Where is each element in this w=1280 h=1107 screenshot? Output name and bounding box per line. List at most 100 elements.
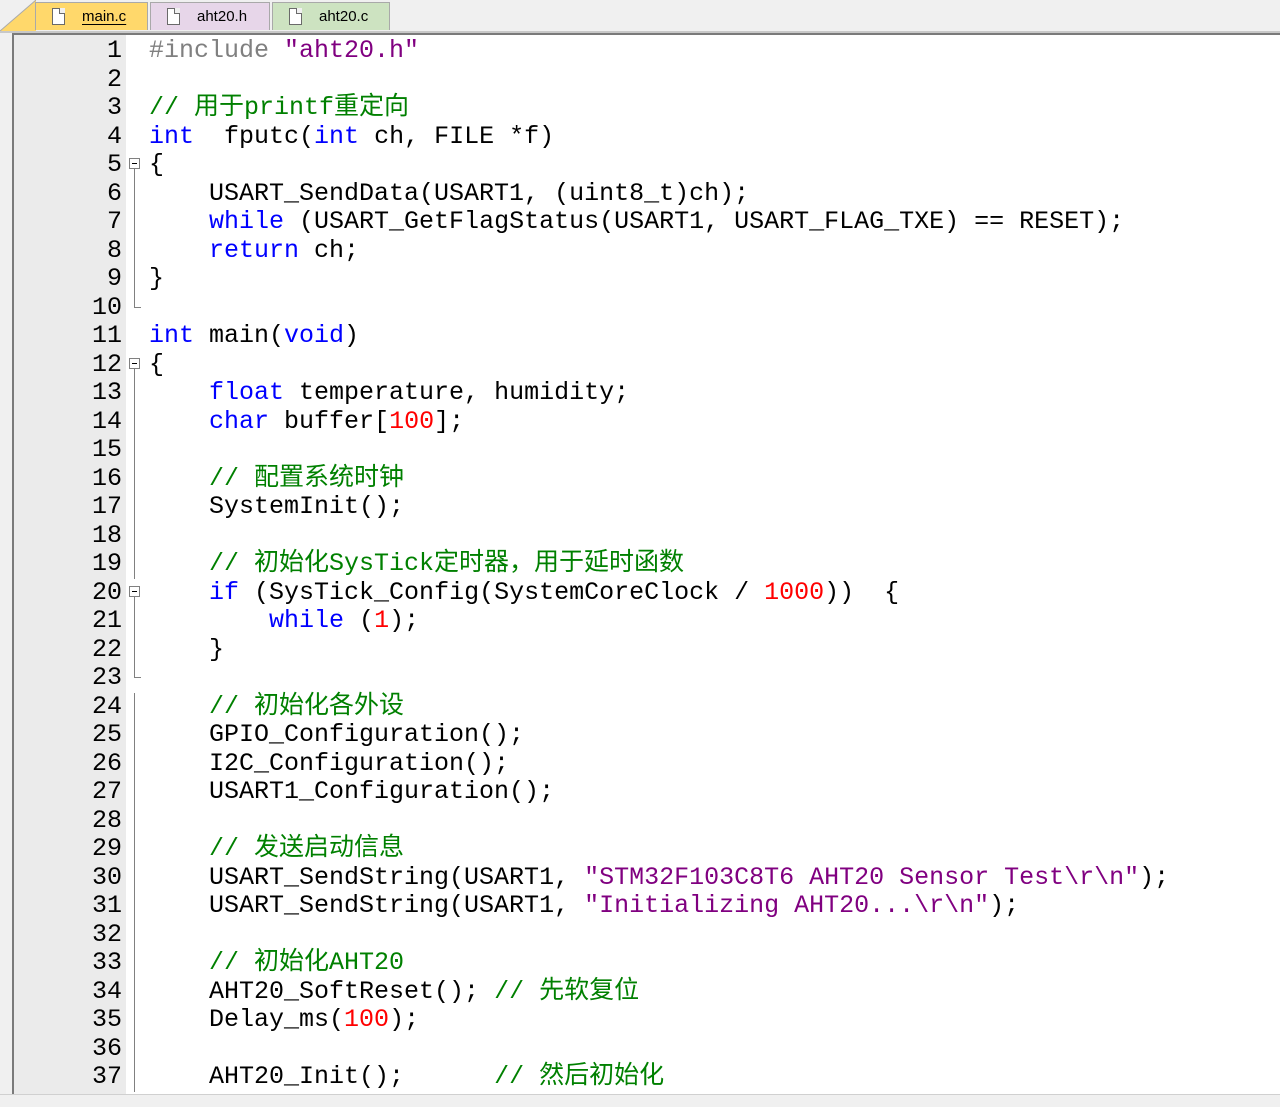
code-text[interactable]: GPIO_Configuration();: [149, 720, 524, 750]
keyword-token: while: [269, 606, 345, 635]
code-text[interactable]: SystemInit();: [149, 492, 404, 522]
code-line[interactable]: 8 return ch;: [14, 235, 1280, 266]
code-line[interactable]: 12 {: [14, 349, 1280, 380]
code-text[interactable]: // 发送启动信息: [149, 834, 404, 864]
code-text[interactable]: int fputc(int ch, FILE *f): [149, 122, 554, 152]
code-text[interactable]: {: [149, 350, 164, 380]
code-text[interactable]: return ch;: [149, 235, 360, 266]
code-text[interactable]: USART_SendData(USART1, (uint8_t)ch);: [149, 178, 750, 209]
code-text[interactable]: USART_SendString(USART1, "Initializing A…: [149, 891, 1020, 921]
code-line[interactable]: 13 float temperature, humidity;: [14, 378, 1280, 408]
tab-label: aht20.c: [319, 8, 369, 25]
code-text[interactable]: // 初始化各外设: [149, 692, 404, 722]
code-line[interactable]: 18: [14, 521, 1280, 550]
tab-main-c[interactable]: main.c: [35, 2, 148, 30]
code-token: AHT20_Init();: [149, 1062, 495, 1091]
code-token: main(: [194, 321, 285, 350]
comment-token: // 初始化AHT20: [209, 948, 405, 977]
code-line[interactable]: 21 while (1);: [14, 606, 1280, 636]
line-number: 35: [91, 1005, 122, 1034]
code-line[interactable]: 33 // 初始化AHT20: [14, 948, 1280, 978]
code-line[interactable]: 16 // 配置系统时钟: [14, 464, 1280, 494]
code-line[interactable]: 20 if (SysTick_Config(SystemCoreClock / …: [14, 578, 1280, 608]
code-line[interactable]: 14 char buffer[100];: [14, 407, 1280, 437]
code-line[interactable]: 28: [14, 806, 1280, 835]
code-line[interactable]: 34 AHT20_SoftReset(); // 先软复位: [14, 976, 1280, 1007]
code-line[interactable]: 3 // 用于printf重定向: [14, 93, 1280, 123]
fold-guide-line: [127, 493, 143, 522]
code-line[interactable]: 17 SystemInit();: [14, 492, 1280, 522]
code-text[interactable]: float temperature, humidity;: [149, 378, 629, 408]
code-text[interactable]: int main(void): [149, 321, 359, 351]
code-token: );: [389, 606, 420, 635]
line-number: 30: [91, 862, 122, 892]
code-text[interactable]: if (SysTick_Config(SystemCoreClock / 100…: [149, 578, 899, 608]
fold-margin-cell: [127, 66, 143, 95]
fold-collapse-icon[interactable]: [127, 579, 143, 607]
code-text[interactable]: char buffer[100];: [149, 407, 464, 437]
code-token: USART_SendData(USART1, (uint8_t)ch);: [149, 178, 750, 208]
code-text[interactable]: // 配置系统时钟: [149, 464, 404, 494]
code-line[interactable]: 25 GPIO_Configuration();: [14, 720, 1280, 750]
code-line[interactable]: 2: [14, 65, 1280, 95]
code-text[interactable]: #include "aht20.h": [149, 36, 419, 66]
code-line[interactable]: 7 while (USART_GetFlagStatus(USART1, USA…: [14, 207, 1280, 237]
fold-collapse-icon[interactable]: [127, 351, 143, 379]
code-token: AHT20_SoftReset();: [149, 976, 495, 1006]
code-line[interactable]: 32: [14, 920, 1280, 949]
code-line[interactable]: 15: [14, 435, 1280, 465]
code-line[interactable]: 31 USART_SendString(USART1, "Initializin…: [14, 891, 1280, 921]
code-line[interactable]: 26 I2C_Configuration();: [14, 748, 1280, 779]
code-line[interactable]: 35 Delay_ms(100);: [14, 1005, 1280, 1035]
code-line[interactable]: 4 int fputc(int ch, FILE *f): [14, 122, 1280, 152]
code-line[interactable]: 23: [14, 663, 1280, 693]
fold-guide-line: [127, 464, 143, 493]
code-line[interactable]: 10: [14, 292, 1280, 323]
fold-collapse-icon[interactable]: [127, 151, 143, 180]
code-line[interactable]: 27 USART1_Configuration();: [14, 777, 1280, 807]
line-number: 10: [91, 292, 122, 322]
code-text[interactable]: I2C_Configuration();: [149, 749, 509, 779]
code-text[interactable]: // 初始化SysTick定时器，用于延时函数: [149, 549, 684, 579]
fold-guide-line: [127, 379, 143, 408]
code-text[interactable]: while (1);: [149, 606, 420, 636]
code-line[interactable]: 22 }: [14, 635, 1280, 665]
horizontal-scrollbar[interactable]: [0, 1094, 1280, 1107]
code-text[interactable]: USART_SendString(USART1, "STM32F103C8T6 …: [149, 863, 1169, 893]
code-text[interactable]: {: [149, 150, 164, 180]
code-line[interactable]: 5{: [14, 150, 1280, 180]
code-text[interactable]: }: [149, 264, 164, 294]
code-token: );: [989, 891, 1020, 920]
code-text[interactable]: // 用于printf重定向: [149, 93, 409, 123]
fold-margin-cell: [127, 37, 143, 66]
code-editor[interactable]: 1 #include "aht20.h" 2 3 // 用于printf重定向 4 int …: [12, 33, 1280, 1096]
code-line[interactable]: 36: [14, 1033, 1280, 1063]
code-text[interactable]: AHT20_Init(); // 然后初始化: [149, 1062, 664, 1092]
line-number: 26: [91, 748, 122, 778]
code-line[interactable]: 1 #include "aht20.h": [14, 36, 1280, 66]
code-line[interactable]: 30 USART_SendString(USART1, "STM32F103C8…: [14, 862, 1280, 893]
code-line[interactable]: 24 // 初始化各外设: [14, 692, 1280, 722]
tab-aht20-h[interactable]: aht20.h: [150, 2, 270, 30]
line-number: 12: [91, 349, 122, 379]
code-line[interactable]: 11 int main(void): [14, 321, 1280, 351]
code-text[interactable]: Delay_ms(100);: [149, 1005, 419, 1035]
code-line[interactable]: 9}: [14, 264, 1280, 294]
code-text[interactable]: USART1_Configuration();: [149, 777, 554, 807]
fold-guide-line: [127, 692, 143, 721]
tab-aht20-c[interactable]: aht20.c: [272, 2, 390, 30]
code-token: ch;: [299, 235, 360, 265]
line-number: 36: [91, 1033, 122, 1063]
line-number: 33: [91, 948, 122, 977]
code-text[interactable]: while (USART_GetFlagStatus(USART1, USART…: [149, 207, 1124, 237]
code-text[interactable]: }: [149, 635, 224, 665]
file-tab-bar: main.c aht20.h aht20.c: [0, 0, 1280, 33]
code-line[interactable]: 29 // 发送启动信息: [14, 834, 1280, 864]
line-number: 17: [91, 492, 122, 521]
code-text[interactable]: AHT20_SoftReset(); // 先软复位: [149, 976, 639, 1007]
code-line[interactable]: 19 // 初始化SysTick定时器，用于延时函数: [14, 549, 1280, 579]
code-line[interactable]: 6 USART_SendData(USART1, (uint8_t)ch);: [14, 178, 1280, 209]
code-line[interactable]: 37 AHT20_Init(); // 然后初始化: [14, 1062, 1280, 1092]
code-text[interactable]: // 初始化AHT20: [149, 948, 405, 978]
line-number: 19: [91, 549, 122, 578]
